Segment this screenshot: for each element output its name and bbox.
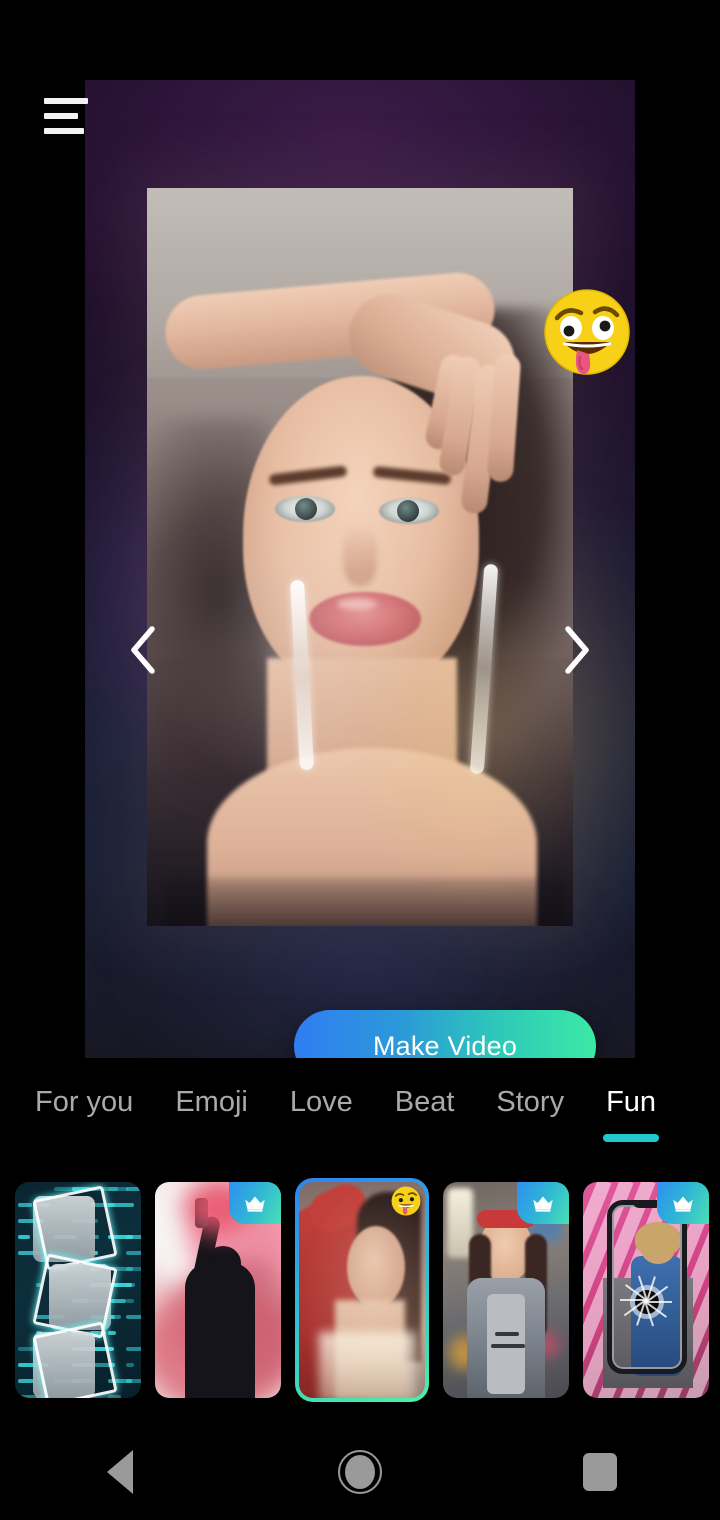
- premium-crown-badge: [657, 1182, 709, 1224]
- android-navigation-bar: [0, 1424, 720, 1520]
- template-thumbnail[interactable]: [583, 1182, 709, 1398]
- preview-photo: [147, 188, 573, 926]
- recents-button[interactable]: [540, 1424, 660, 1520]
- tab-label: Love: [290, 1086, 353, 1118]
- premium-crown-badge: [517, 1182, 569, 1224]
- tab-emoji[interactable]: Emoji: [154, 1058, 269, 1168]
- winking-face-emoji-icon: [389, 1184, 423, 1218]
- previous-template-button[interactable]: [113, 620, 173, 680]
- hamburger-menu-icon[interactable]: [44, 98, 92, 138]
- tab-active-underline: [603, 1134, 659, 1142]
- app-screen: Make Video For you Emoji Love Beat Story Fun: [0, 0, 720, 1520]
- tab-label: For you: [35, 1086, 133, 1118]
- back-triangle-icon: [107, 1450, 133, 1494]
- chevron-left-icon: [125, 623, 161, 677]
- thumbnail-artwork: [15, 1182, 141, 1398]
- template-thumbnail[interactable]: [295, 1178, 429, 1402]
- template-thumbnail[interactable]: [15, 1182, 141, 1398]
- tab-love[interactable]: Love: [269, 1058, 374, 1168]
- template-preview-card: Make Video: [85, 80, 635, 1058]
- template-thumbnail[interactable]: [155, 1182, 281, 1398]
- tab-label: Emoji: [175, 1086, 248, 1118]
- next-template-button[interactable]: [547, 620, 607, 680]
- tab-label: Beat: [395, 1086, 455, 1118]
- premium-crown-badge: [229, 1182, 281, 1224]
- back-button[interactable]: [60, 1424, 180, 1520]
- home-circle-icon: [338, 1450, 382, 1494]
- make-video-button[interactable]: Make Video: [294, 1010, 596, 1058]
- crown-icon: [670, 1190, 696, 1216]
- make-video-label: Make Video: [373, 1031, 517, 1059]
- template-thumbnail[interactable]: [443, 1182, 569, 1398]
- thumbnail-emoji-sticker: [389, 1184, 423, 1218]
- crown-icon: [242, 1190, 268, 1216]
- tab-for-you[interactable]: For you: [14, 1058, 154, 1168]
- tab-beat[interactable]: Beat: [374, 1058, 476, 1168]
- template-thumbnail-strip[interactable]: [0, 1176, 720, 1404]
- crown-icon: [530, 1190, 556, 1216]
- menu-line-1: [44, 98, 88, 104]
- tab-label: Story: [496, 1086, 564, 1118]
- menu-line-2: [44, 113, 78, 119]
- home-button[interactable]: [300, 1424, 420, 1520]
- chevron-right-icon: [559, 623, 595, 677]
- crazy-face-tongue-emoji-icon[interactable]: [537, 282, 635, 382]
- tab-label: Fun: [606, 1086, 656, 1118]
- menu-line-3: [44, 128, 84, 134]
- tab-fun[interactable]: Fun: [585, 1058, 677, 1168]
- recents-square-icon: [583, 1453, 617, 1491]
- category-tab-bar: For you Emoji Love Beat Story Fun: [0, 1058, 720, 1168]
- tab-story[interactable]: Story: [475, 1058, 585, 1168]
